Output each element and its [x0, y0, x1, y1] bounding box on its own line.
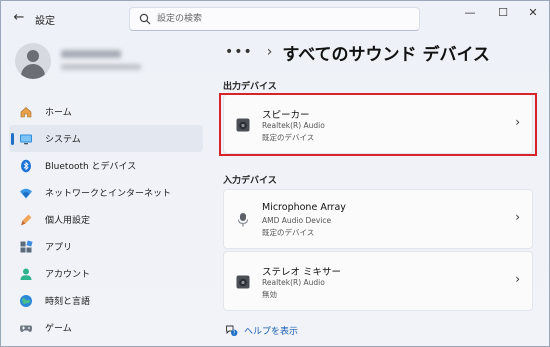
search-input[interactable] — [157, 11, 407, 27]
search-icon — [139, 13, 151, 25]
sidebar-item-label: 時刻と言語 — [45, 297, 91, 307]
avatar[interactable] — [15, 43, 51, 79]
sidebar-item-accounts[interactable]: アカウント — [9, 260, 203, 287]
chevron-right-icon: › — [515, 210, 520, 224]
sidebar-item-label: ホーム — [45, 108, 72, 118]
sidebar-item-label: システム — [45, 135, 81, 145]
sidebar-item-label: アカウント — [45, 270, 91, 280]
close-button[interactable]: ✕ — [519, 5, 547, 21]
speaker-icon — [236, 275, 250, 289]
svg-text:?: ? — [233, 331, 236, 337]
search-box[interactable] — [129, 7, 420, 31]
speaker-icon — [236, 118, 250, 132]
sidebar-item-label: ゲーム — [45, 324, 72, 334]
sidebar: ホーム システム Bluetooth とデバイス ネットワークとインターネット — [9, 98, 203, 341]
device-card-speaker[interactable]: スピーカー Realtek(R) Audio 既定のデバイス › — [223, 94, 533, 154]
sidebar-item-label: Bluetooth とデバイス — [45, 162, 137, 172]
time-language-icon — [20, 294, 32, 307]
device-status: 既定のデバイス — [262, 228, 315, 237]
personalization-icon — [21, 214, 32, 225]
input-devices-heading: 入力デバイス — [223, 176, 277, 186]
sidebar-item-network[interactable]: ネットワークとインターネット — [9, 179, 203, 206]
minimize-button[interactable]: — — [456, 5, 484, 21]
help-icon: ? — [226, 325, 238, 337]
chevron-right-icon: › — [515, 272, 520, 286]
sidebar-item-personalization[interactable]: 個人用設定 — [9, 206, 203, 233]
sidebar-item-system[interactable]: システム — [9, 125, 203, 152]
chevron-right-icon: › — [515, 115, 520, 129]
device-name: Microphone Array — [262, 202, 346, 213]
gaming-icon — [20, 325, 32, 332]
app-title: 設定 — [35, 16, 55, 27]
help-link[interactable]: ? ヘルプを表示 — [225, 324, 298, 337]
settings-window: ← 設定 — ☐ ✕ ホーム — [0, 0, 550, 347]
breadcrumb: ••• › すべてのサウンド デバイス — [225, 40, 490, 65]
home-icon — [20, 106, 32, 117]
device-card-microphone-array[interactable]: Microphone Array AMD Audio Device 既定のデバイ… — [223, 189, 533, 249]
system-icon — [20, 134, 32, 144]
sidebar-item-bluetooth[interactable]: Bluetooth とデバイス — [9, 152, 203, 179]
device-driver: AMD Audio Device — [262, 216, 332, 225]
title-bar: ← 設定 — ☐ ✕ — [1, 1, 549, 35]
maximize-button[interactable]: ☐ — [489, 5, 517, 21]
sidebar-item-label: ネットワークとインターネット — [45, 189, 172, 199]
chevron-right-icon: › — [266, 44, 273, 60]
bluetooth-icon — [21, 159, 31, 172]
sidebar-item-time-language[interactable]: 時刻と言語 — [9, 287, 203, 314]
sidebar-item-label: アプリ — [45, 243, 73, 253]
profile-name-blurred — [61, 50, 121, 58]
back-arrow-icon[interactable]: ← — [11, 10, 27, 26]
profile-email-blurred — [61, 64, 141, 70]
device-driver: Realtek(R) Audio — [262, 278, 325, 287]
sidebar-item-apps[interactable]: アプリ — [9, 233, 203, 260]
sidebar-item-gaming[interactable]: ゲーム — [9, 314, 203, 341]
sidebar-item-label: 個人用設定 — [45, 216, 91, 226]
device-name: ステレオ ミキサー — [262, 267, 342, 278]
account-icon — [20, 268, 32, 280]
device-status: 既定のデバイス — [262, 133, 315, 142]
page-title: すべてのサウンド デバイス — [282, 44, 490, 65]
device-card-stereo-mixer[interactable]: ステレオ ミキサー Realtek(R) Audio 無効 › — [223, 251, 533, 311]
network-icon — [20, 188, 32, 198]
device-driver: Realtek(R) Audio — [262, 121, 325, 130]
device-status: 無効 — [262, 290, 277, 299]
help-label: ヘルプを表示 — [244, 327, 299, 337]
output-devices-heading: 出力デバイス — [223, 82, 277, 92]
apps-icon — [20, 239, 33, 252]
sidebar-item-home[interactable]: ホーム — [9, 98, 203, 125]
device-name: スピーカー — [262, 110, 310, 121]
breadcrumb-more-button[interactable]: ••• — [225, 44, 253, 60]
microphone-icon — [237, 213, 249, 227]
